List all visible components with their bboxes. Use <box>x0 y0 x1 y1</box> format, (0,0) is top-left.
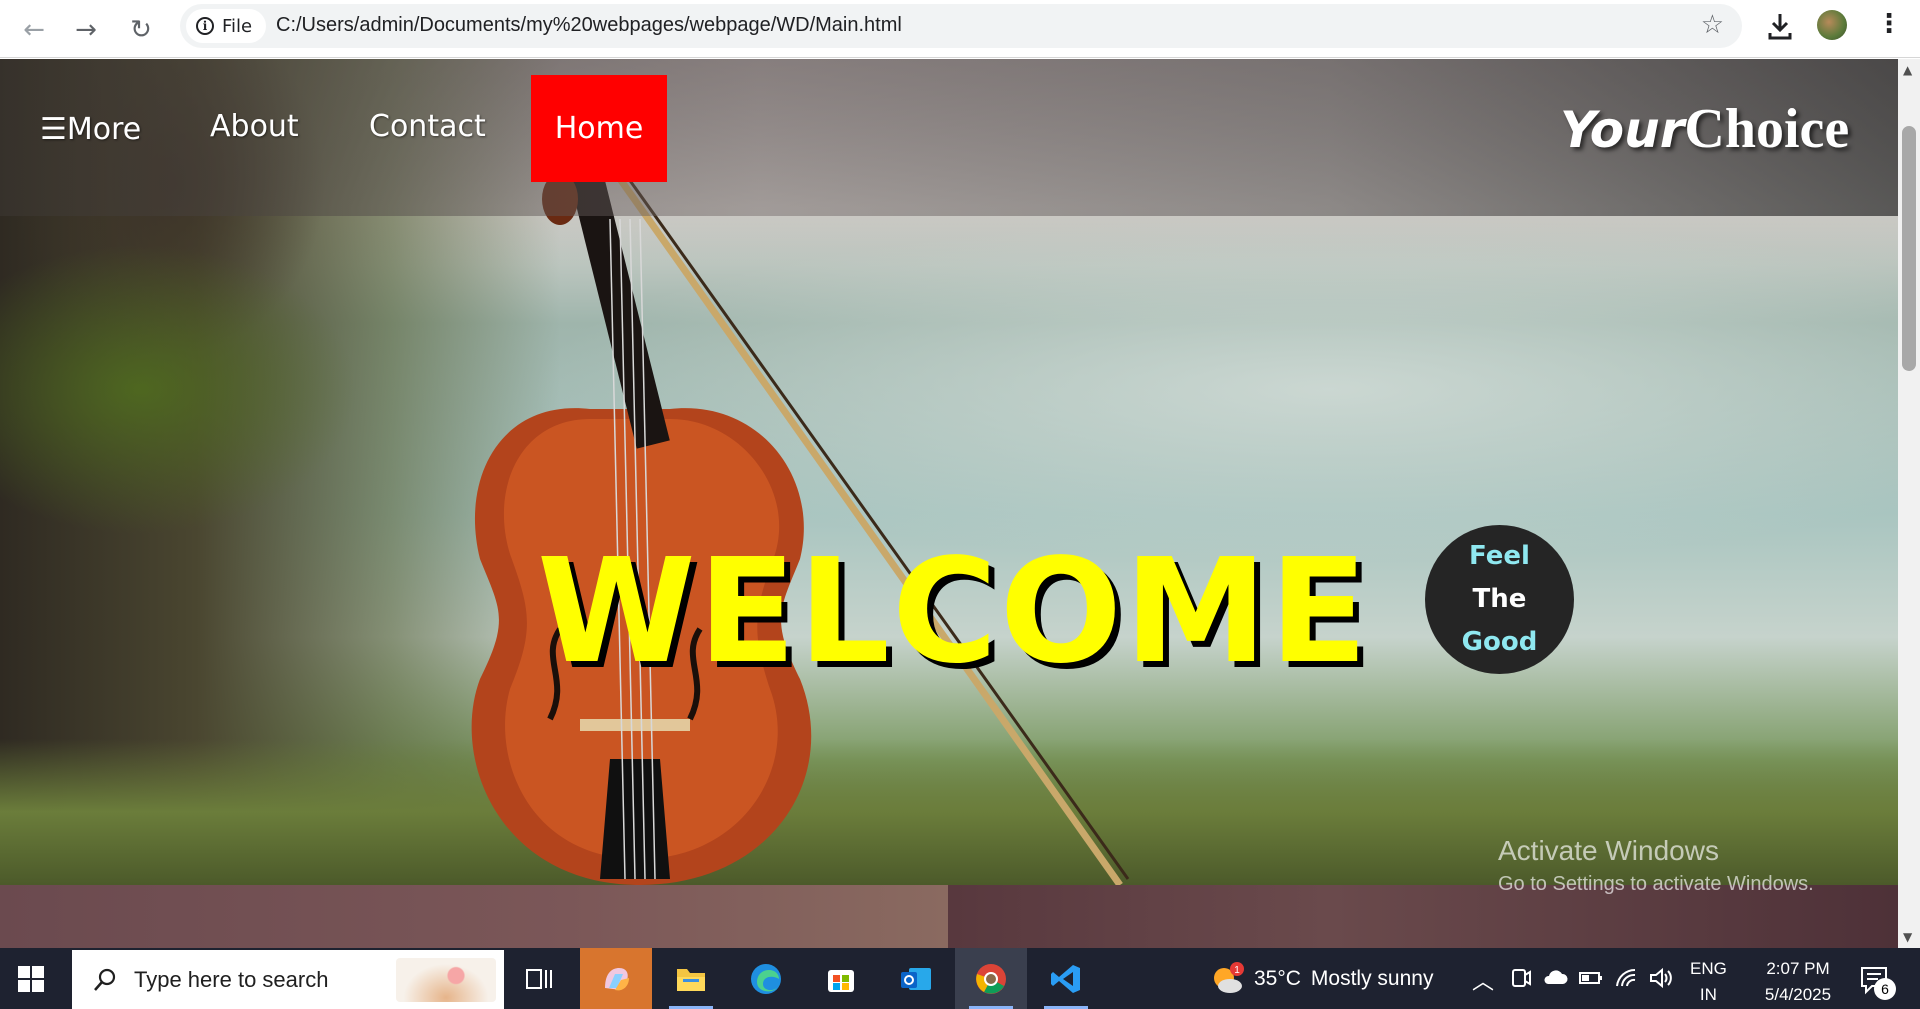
forward-arrow-icon: → <box>75 15 97 45</box>
taskbar-search-box[interactable]: Type here to search <box>72 950 504 1009</box>
badge-line-good: Good <box>1461 627 1538 657</box>
back-arrow-icon: ← <box>23 15 45 45</box>
nav-about-link[interactable]: About <box>210 109 299 144</box>
clock-time: 2:07 PM <box>1766 959 1830 978</box>
scroll-thumb[interactable] <box>1902 126 1916 371</box>
scroll-down-icon[interactable]: ▼ <box>1903 930 1912 944</box>
onedrive-cloud-icon[interactable] <box>1542 966 1568 990</box>
edge-browser-button[interactable] <box>730 948 802 1009</box>
site-logo[interactable]: YourChoice <box>1560 97 1849 161</box>
folder-icon <box>677 968 705 991</box>
notification-count-badge: 6 <box>1874 978 1896 1000</box>
sun-cloud-icon: 1 <box>1214 962 1244 993</box>
weather-temperature: 35°C <box>1254 967 1301 990</box>
volume-icon[interactable] <box>1648 966 1674 990</box>
browser-toolbar: ← → ↻ i File C:/Users/admin/Documents/my… <box>0 0 1920 58</box>
back-button[interactable]: ← <box>14 10 54 50</box>
activate-title: Activate Windows <box>1498 835 1719 866</box>
reload-icon: ↻ <box>130 15 152 45</box>
battery-icon[interactable] <box>1578 966 1604 990</box>
url-text[interactable]: C:/Users/admin/Documents/my%20webpages/w… <box>276 14 902 37</box>
clock-date: 5/4/2025 <box>1764 985 1832 1004</box>
search-highlight-image <box>396 958 496 1002</box>
windows-taskbar: Type here to search 1 35°C Mostly sunny … <box>0 948 1920 1009</box>
violin-image <box>471 159 1130 885</box>
site-chip-label: File <box>222 15 253 37</box>
badge-line-feel: Feel <box>1469 541 1530 571</box>
vscode-button[interactable] <box>1030 948 1102 1009</box>
info-icon: i <box>196 17 214 35</box>
copilot-icon <box>605 967 629 990</box>
page-viewport: ☰More About Contact Home YourChoice WELC… <box>0 59 1898 948</box>
system-clock[interactable]: 2:07 PM 5/4/2025 <box>1748 956 1848 1008</box>
chrome-icon <box>976 963 1006 994</box>
browser-menu-icon[interactable]: ⋮ <box>1876 9 1902 39</box>
weather-widget[interactable]: 1 35°C Mostly sunny <box>1210 962 1433 996</box>
weather-alert-badge: 1 <box>1234 965 1240 976</box>
profile-avatar[interactable] <box>1817 10 1847 40</box>
wifi-icon[interactable] <box>1614 966 1640 990</box>
microsoft-store-button[interactable] <box>805 948 877 1009</box>
activate-subtitle: Go to Settings to activate Windows. <box>1498 873 1814 895</box>
badge-line-the: The <box>1472 584 1527 614</box>
nav-home-link[interactable]: Home <box>531 75 667 182</box>
meet-now-icon[interactable] <box>1508 966 1534 990</box>
feel-the-good-badge: Feel The Good <box>1425 525 1574 674</box>
store-icon <box>828 969 854 992</box>
input-language-indicator[interactable]: ENG IN <box>1690 956 1727 1008</box>
edge-icon <box>751 963 781 994</box>
site-navbar: ☰More About Contact Home YourChoice <box>0 59 1898 216</box>
reload-button[interactable]: ↻ <box>121 10 161 50</box>
site-info-chip[interactable]: i File <box>186 9 266 43</box>
outlook-button[interactable] <box>880 948 952 1009</box>
copilot-app-button[interactable] <box>580 948 652 1009</box>
vertical-scrollbar[interactable]: ▲ ▼ <box>1898 59 1920 948</box>
file-explorer-button[interactable] <box>655 948 727 1009</box>
hero-welcome-title: WELCOME <box>537 527 1370 695</box>
nav-contact-link[interactable]: Contact <box>369 109 486 144</box>
search-icon <box>94 968 116 991</box>
logo-part-your: Your <box>1560 101 1685 159</box>
download-icon[interactable] <box>1762 8 1798 44</box>
task-view-button[interactable] <box>503 948 575 1009</box>
scroll-up-icon[interactable]: ▲ <box>1903 63 1912 77</box>
search-placeholder: Type here to search <box>134 966 329 992</box>
windows-start-icon[interactable] <box>18 966 44 992</box>
chrome-button[interactable] <box>955 948 1027 1009</box>
show-hidden-icons-chevron-icon[interactable]: ︿ <box>1472 964 1494 996</box>
nav-more-menu[interactable]: ☰More <box>40 112 141 147</box>
activate-windows-watermark: Activate Windows Go to Settings to activ… <box>1498 835 1814 896</box>
task-view-icon <box>526 968 552 989</box>
address-bar[interactable]: i File C:/Users/admin/Documents/my%20web… <box>180 4 1742 48</box>
bookmark-star-icon[interactable]: ☆ <box>1701 10 1724 40</box>
weather-condition: Mostly sunny <box>1310 967 1434 990</box>
logo-part-choice: Choice <box>1684 98 1850 160</box>
vscode-icon <box>1051 964 1080 993</box>
outlook-icon <box>901 967 931 990</box>
language-code: ENG <box>1690 959 1727 978</box>
forward-button[interactable]: → <box>66 10 106 50</box>
language-region: IN <box>1699 985 1717 1004</box>
